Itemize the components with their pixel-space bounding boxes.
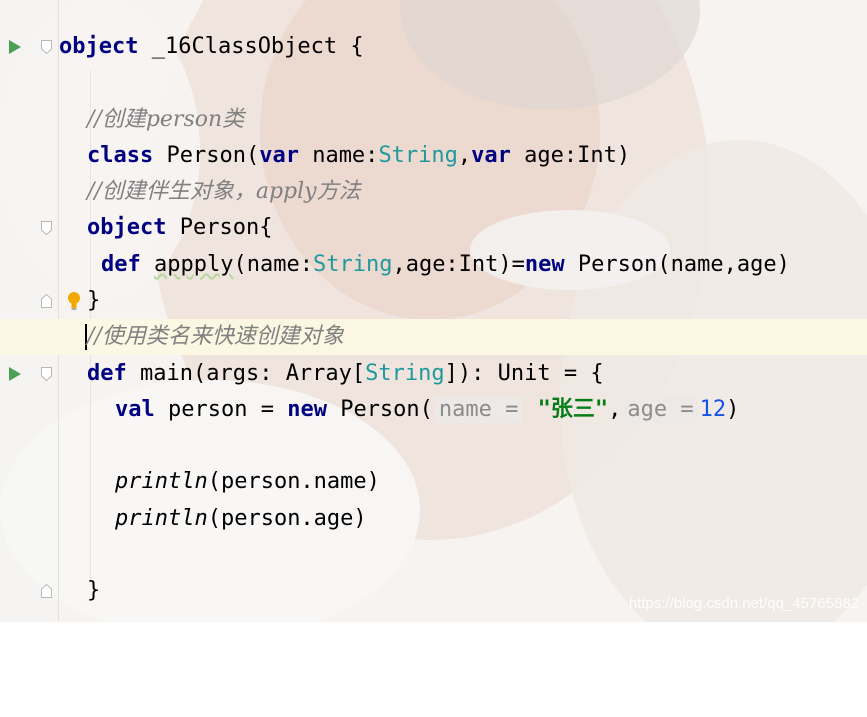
code-text: def appply(name:String,age:Int)=new Pers… xyxy=(101,247,790,283)
fold-marker-icon[interactable] xyxy=(41,221,52,235)
code-token: String xyxy=(365,361,445,386)
code-token: main(args: Array[ xyxy=(126,361,366,386)
code-token: ]): Unit = { xyxy=(444,361,604,386)
code-token: //创建伴生对象，apply方法 xyxy=(87,179,361,204)
code-text: //创建伴生对象，apply方法 xyxy=(87,174,361,210)
code-text: class Person(var name:String,var age:Int… xyxy=(87,138,630,174)
code-editor[interactable]: object _16ClassObject { //创建person类 clas… xyxy=(0,0,867,622)
code-token: object xyxy=(59,34,139,59)
code-token: String xyxy=(312,252,393,277)
code-line-10[interactable]: def main(args: Array[String]): Unit = { xyxy=(0,356,867,392)
code-token: println xyxy=(115,506,208,531)
code-token: Person{ xyxy=(166,215,273,240)
fold-marker-icon[interactable] xyxy=(41,367,52,381)
lightbulb-icon[interactable] xyxy=(67,291,81,311)
code-token: appply xyxy=(154,252,234,277)
code-line-7[interactable]: def appply(name:String,age:Int)=new Pers… xyxy=(0,247,867,283)
code-text: //创建person类 xyxy=(87,102,244,138)
code-token: , xyxy=(608,397,622,422)
code-line-13[interactable]: println(person.name) xyxy=(0,464,867,500)
code-token: person = xyxy=(154,397,288,422)
code-line-14[interactable]: println(person.age) xyxy=(0,501,867,537)
code-token: Person(name,age) xyxy=(564,252,790,277)
code-token: //使用类名来快速创建对象 xyxy=(87,324,344,349)
code-token: age:Int) xyxy=(510,143,631,168)
code-token: val xyxy=(115,397,155,422)
code-line-6[interactable]: object Person{ xyxy=(0,210,867,246)
parameter-hint: name = xyxy=(434,397,523,423)
code-token: def xyxy=(87,361,127,386)
code-text: println(person.age) xyxy=(115,501,367,537)
fold-end-icon[interactable] xyxy=(41,294,52,308)
code-text: } xyxy=(87,283,100,319)
code-line-15[interactable] xyxy=(0,537,867,573)
code-token: def xyxy=(101,252,141,277)
code-token: (name: xyxy=(233,252,313,277)
code-token: , xyxy=(457,143,472,168)
code-text: val person = new Person(name = "张三", age … xyxy=(115,392,739,428)
code-token: } xyxy=(87,288,101,313)
code-token: name: xyxy=(298,143,379,168)
code-line-5[interactable]: //创建伴生对象，apply方法 xyxy=(0,174,867,210)
code-token: Person( xyxy=(326,397,433,422)
code-token: 12 xyxy=(699,397,727,422)
code-line-12[interactable] xyxy=(0,428,867,464)
code-token: ,age:Int)= xyxy=(392,252,525,277)
code-token: ) xyxy=(726,397,740,422)
fold-end-icon[interactable] xyxy=(41,584,52,598)
code-line-8[interactable]: } xyxy=(0,283,867,319)
code-line-11[interactable]: val person = new Person(name = "张三", age … xyxy=(0,392,867,428)
parameter-hint: age = xyxy=(623,397,698,423)
code-line-2[interactable] xyxy=(0,65,867,101)
code-line-4[interactable]: class Person(var name:String,var age:Int… xyxy=(0,138,867,174)
code-text: //使用类名来快速创建对象 xyxy=(87,319,344,355)
code-token: (person.name) xyxy=(207,469,380,494)
watermark: https://blog.csdn.net/qq_45765882 xyxy=(628,595,859,612)
code-text: object _16ClassObject { xyxy=(59,29,364,65)
code-line-9-current[interactable]: //使用类名来快速创建对象 xyxy=(0,319,867,355)
code-text: object Person{ xyxy=(87,210,272,246)
code-text: } xyxy=(87,573,100,609)
code-token: (person.age) xyxy=(207,506,367,531)
run-icon[interactable] xyxy=(9,367,21,381)
code-line-1[interactable]: object _16ClassObject { xyxy=(0,29,867,65)
code-token: "张三" xyxy=(524,397,609,422)
code-token: _16ClassObject { xyxy=(138,34,364,59)
code-token: String xyxy=(378,143,458,168)
code-token: class xyxy=(87,143,154,168)
code-token: //创建person类 xyxy=(87,107,245,132)
code-token: Person( xyxy=(153,143,260,168)
code-text: println(person.name) xyxy=(115,464,380,500)
code-token: var xyxy=(259,143,299,168)
code-token: object xyxy=(87,215,167,240)
fold-marker-icon[interactable] xyxy=(41,40,52,54)
code-line-3[interactable]: //创建person类 xyxy=(0,102,867,138)
run-icon[interactable] xyxy=(9,40,21,54)
code-token: new xyxy=(287,397,327,422)
code-token: new xyxy=(524,252,565,277)
code-token: } xyxy=(87,578,101,603)
code-token: println xyxy=(115,469,208,494)
code-token: var xyxy=(471,143,511,168)
code-text: def main(args: Array[String]): Unit = { xyxy=(87,356,604,392)
